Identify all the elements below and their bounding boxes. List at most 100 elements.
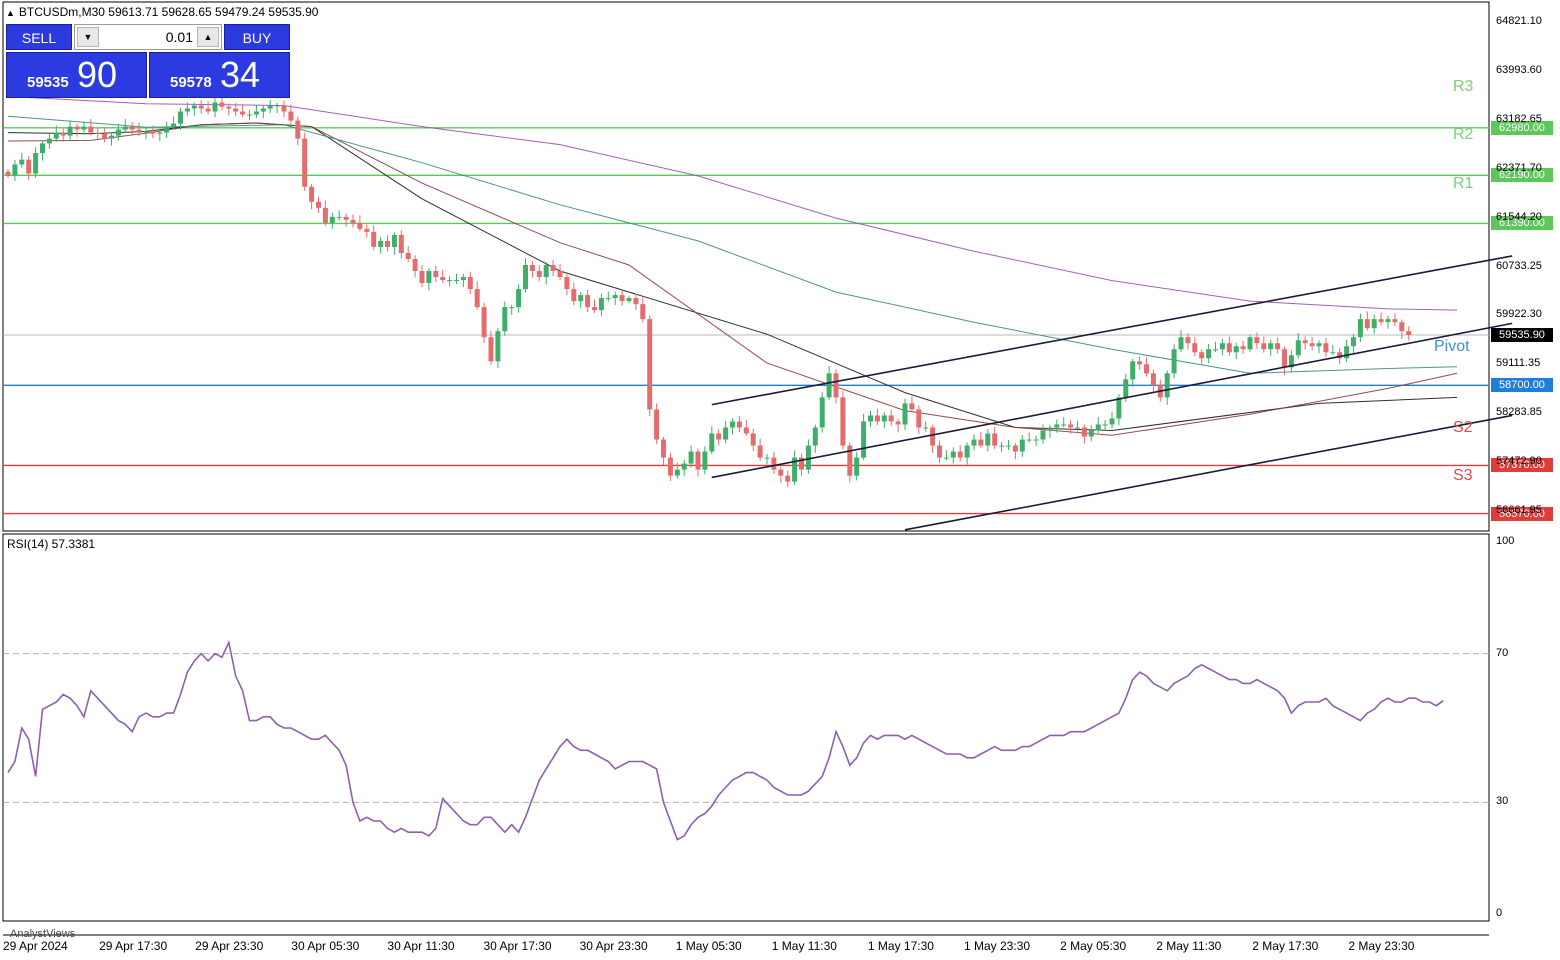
candle-body (40, 143, 45, 154)
candle (971, 434, 977, 451)
triangle-up-icon[interactable]: ▲ (6, 8, 15, 18)
candle-body (88, 126, 94, 133)
candle-body (53, 132, 59, 139)
candle-body (205, 108, 211, 112)
candle (695, 448, 701, 477)
candle (1081, 424, 1087, 444)
candle-body (1102, 424, 1108, 426)
candle (1199, 349, 1205, 366)
candle (1344, 339, 1350, 363)
candle (743, 419, 749, 436)
sell-button[interactable]: SELL (6, 24, 72, 50)
candle-body (564, 277, 570, 290)
candle-body (274, 105, 280, 107)
candle (861, 413, 867, 461)
time-axis-tick: 1 May 23:30 (964, 939, 1031, 953)
candle (274, 102, 280, 114)
candle (1357, 313, 1363, 342)
candle-body (757, 445, 763, 458)
candle-body (516, 289, 522, 308)
candle (60, 128, 66, 142)
candle (40, 140, 45, 161)
candle (1288, 350, 1294, 373)
lot-size-field[interactable]: ▼ 0.01 ▲ (74, 24, 222, 50)
candle-body (343, 216, 349, 220)
chevron-down-icon[interactable]: ▼ (77, 27, 99, 47)
candle-body (1316, 343, 1322, 347)
candle (1178, 329, 1184, 353)
candle-body (943, 457, 949, 459)
candle (343, 213, 349, 227)
candle-body (764, 457, 770, 459)
candle-body (1019, 439, 1025, 452)
candle-body (1068, 424, 1074, 428)
candle (1406, 326, 1412, 341)
candle-body (819, 397, 825, 428)
candle (1240, 340, 1246, 354)
candle-body (309, 186, 315, 202)
candle-body (895, 421, 901, 425)
candle (405, 245, 411, 263)
candle (440, 269, 446, 283)
buy-price-box[interactable]: 59578 34 (149, 52, 290, 98)
candle-body (419, 271, 425, 284)
candle-body (447, 280, 453, 282)
candle-body (1330, 352, 1336, 354)
candle-body (854, 457, 860, 476)
candle-body (785, 475, 791, 482)
time-axis-tick: 30 Apr 11:30 (387, 939, 455, 953)
candle-body (529, 264, 535, 272)
candle-body (357, 222, 363, 229)
candle-body (1406, 331, 1412, 336)
price-axis-tick: 63182.65 (1496, 112, 1542, 125)
candle-body (316, 201, 321, 208)
candle (888, 409, 894, 426)
candle-body (136, 129, 142, 133)
rsi-axis-tick: 100 (1496, 535, 1515, 547)
candle (316, 196, 321, 213)
chevron-up-icon[interactable]: ▲ (197, 27, 219, 47)
candle (626, 295, 632, 304)
sell-price-box[interactable]: 59535 90 (6, 52, 147, 98)
candle (778, 466, 784, 484)
candle-body (1095, 424, 1101, 431)
candle (799, 453, 804, 476)
rsi-line (3, 639, 1489, 841)
candle-body (950, 451, 956, 458)
candle (212, 98, 218, 118)
candle (1330, 344, 1336, 356)
candle-body (122, 126, 128, 130)
candle (647, 315, 653, 416)
candle-body (350, 219, 356, 223)
time-axis-tick: 2 May 17:30 (1252, 939, 1319, 953)
candle-body (433, 271, 439, 278)
candle-body (667, 457, 673, 476)
candle-body (964, 445, 970, 458)
price-axis-tick: 61544.20 (1496, 210, 1542, 223)
candle (371, 225, 377, 251)
candle-body (1323, 343, 1329, 353)
candle (543, 262, 549, 285)
candle-body (219, 102, 225, 107)
candle (1047, 424, 1053, 438)
candle (1295, 333, 1301, 359)
r3-label: R3 (1453, 78, 1474, 95)
chart-frame (2, 1, 1490, 936)
candle-body (171, 123, 177, 127)
candle-body (322, 207, 328, 223)
candle (81, 121, 87, 135)
candle-body (1171, 349, 1177, 374)
candle-body (612, 295, 618, 299)
candle-body (281, 105, 287, 112)
candle-body (1199, 352, 1205, 359)
candle-body (978, 439, 984, 446)
time-axis-tick: 2 May 23:30 (1348, 939, 1415, 953)
candle-body (1006, 445, 1011, 447)
buy-button[interactable]: BUY (224, 24, 290, 50)
candle-body (102, 133, 108, 139)
candle (26, 156, 32, 181)
candle (1095, 416, 1101, 434)
candle (219, 96, 225, 111)
candle-body (1344, 346, 1350, 359)
lot-size-value[interactable]: 0.01 (101, 25, 193, 49)
